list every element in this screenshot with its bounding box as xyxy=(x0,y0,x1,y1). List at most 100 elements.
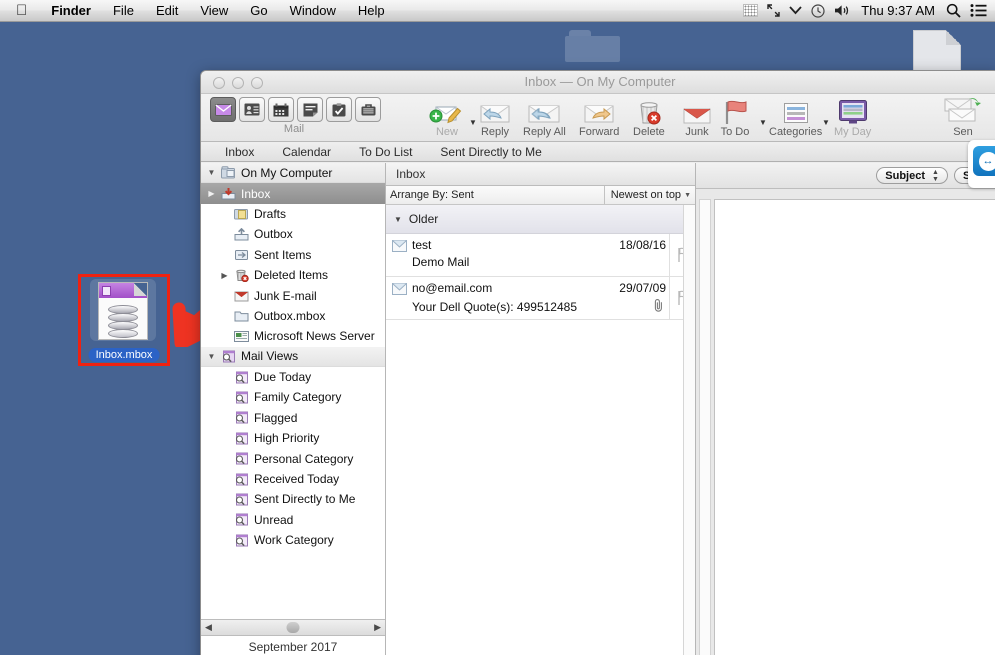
sidebar-label: Microsoft News Server xyxy=(254,329,375,344)
message-body-view[interactable] xyxy=(714,199,995,655)
todo-button-dropdown-arrow-icon[interactable]: ▼ xyxy=(759,118,767,127)
twisty-down-icon[interactable]: ▼ xyxy=(205,168,218,177)
scrollbar-thumb[interactable] xyxy=(286,622,300,633)
menu-item-window[interactable]: Window xyxy=(279,0,347,22)
twisty-right-icon[interactable]: ▶ xyxy=(218,271,231,280)
scroll-right-arrow-icon[interactable]: ▶ xyxy=(374,622,381,633)
teamviewer-badge[interactable]: ↔ xyxy=(968,140,995,188)
project-center-module-button[interactable] xyxy=(355,97,381,122)
menu-item-edit[interactable]: Edit xyxy=(145,0,189,22)
menu-item-file[interactable]: File xyxy=(102,0,145,22)
sidebar-item-work-category[interactable]: Work Category xyxy=(201,530,385,550)
sidebar-item-outbox-mbox[interactable]: Outbox.mbox xyxy=(201,306,385,326)
message-row[interactable]: no@email.com 29/07/09 Your Dell Quote(s)… xyxy=(386,277,695,320)
message-list-pane: Inbox Arrange By: Sent Newest on top ▼ ▼… xyxy=(386,163,696,655)
sort-order-control[interactable]: Newest on top ▼ xyxy=(603,186,695,204)
desktop-folder-icon[interactable] xyxy=(565,30,620,64)
toolbar-junk-button[interactable]: Junk xyxy=(682,97,712,138)
expand-arrows-icon[interactable] xyxy=(767,4,780,17)
sidebar-item-mail-views[interactable]: ▼ Mail Views xyxy=(201,346,385,367)
sidebar-item-inbox[interactable]: ▶ Inbox xyxy=(201,183,385,204)
outbox-icon xyxy=(231,227,251,241)
smart-folder-icon xyxy=(231,432,251,445)
chevron-down-icon[interactable] xyxy=(789,6,802,15)
twisty-down-icon[interactable]: ▼ xyxy=(394,215,402,224)
toolbar-new-button[interactable]: New xyxy=(429,97,465,138)
twisty-right-icon[interactable]: ▶ xyxy=(205,189,218,198)
sidebar-item-received-today[interactable]: Received Today xyxy=(201,469,385,489)
toolbar-my-day-button[interactable]: My Day xyxy=(834,97,871,138)
toolbar-reply-all-button[interactable]: Reply All xyxy=(523,97,566,138)
junk-mail-icon xyxy=(682,97,712,125)
mini-calendar-title: September 2017 xyxy=(248,640,338,654)
message-group-header-older[interactable]: ▼ Older xyxy=(386,205,695,234)
spotlight-search-icon[interactable] xyxy=(946,3,961,18)
attachment-paperclip-icon xyxy=(654,298,666,315)
toolbar-todo-button[interactable]: To Do xyxy=(719,97,751,138)
new-button-dropdown-arrow-icon[interactable]: ▼ xyxy=(469,118,477,127)
sidebar-label: Work Category xyxy=(254,533,334,548)
sidebar-horizontal-scrollbar[interactable]: ◀ ▶ xyxy=(201,619,385,636)
tab-calendar[interactable]: Calendar xyxy=(268,145,345,159)
tab-to-do-list[interactable]: To Do List xyxy=(345,145,426,159)
sidebar-label: Sent Directly to Me xyxy=(254,492,356,507)
tasks-module-button[interactable] xyxy=(326,97,352,122)
mini-calendar[interactable]: September 2017 S M T W T F S 27 28 29 30… xyxy=(201,636,385,655)
notes-module-button[interactable] xyxy=(297,97,323,122)
menu-bar-clock[interactable]: Thu 9:37 AM xyxy=(859,3,937,18)
sidebar-item-sent-directly-to-me[interactable]: Sent Directly to Me xyxy=(201,489,385,509)
sidebar-item-flagged[interactable]: Flagged xyxy=(201,408,385,428)
sidebar-item-on-my-computer[interactable]: ▼ On My Computer xyxy=(201,163,385,184)
toolbar-reply-button[interactable]: Reply xyxy=(479,97,511,138)
folder-list[interactable]: ▼ On My Computer ▶ Inbox Drafts Outbox S… xyxy=(201,163,385,619)
sidebar-item-microsoft-news-server[interactable]: Microsoft News Server xyxy=(201,326,385,346)
message-list-scrollbar[interactable] xyxy=(683,205,695,655)
toolbar-categories-button[interactable]: Categories xyxy=(769,97,822,138)
menu-item-go[interactable]: Go xyxy=(239,0,278,22)
sidebar-item-drafts[interactable]: Drafts xyxy=(201,204,385,224)
categories-button-dropdown-arrow-icon[interactable]: ▼ xyxy=(822,118,830,127)
sidebar-item-high-priority[interactable]: High Priority xyxy=(201,428,385,448)
sidebar-label: Junk E-mail xyxy=(254,288,317,303)
folder-icon xyxy=(231,309,251,322)
apple-logo-icon[interactable]:  xyxy=(0,3,40,18)
menu-item-view[interactable]: View xyxy=(189,0,239,22)
reading-pane-scrollbar[interactable] xyxy=(699,199,711,655)
address-book-module-button[interactable] xyxy=(239,97,265,122)
volume-icon[interactable] xyxy=(834,4,850,17)
sidebar-item-deleted-items[interactable]: ▶ Deleted Items xyxy=(201,265,385,285)
sidebar-item-due-today[interactable]: Due Today xyxy=(201,367,385,387)
desktop[interactable]: Inbox.mbox Inbox — On My Computer Mail N… xyxy=(0,22,995,655)
message-row[interactable]: test 18/08/16 Demo Mail xyxy=(386,234,695,277)
menu-item-help[interactable]: Help xyxy=(347,0,396,22)
flag-icon xyxy=(719,97,751,125)
mail-module-button[interactable] xyxy=(210,97,236,122)
mail-window[interactable]: Inbox — On My Computer Mail New ▼ Reply … xyxy=(200,70,995,655)
scroll-left-arrow-icon[interactable]: ◀ xyxy=(205,622,212,633)
sidebar-item-personal-category[interactable]: Personal Category xyxy=(201,448,385,468)
calendar-module-button[interactable] xyxy=(268,97,294,122)
window-title-bar[interactable]: Inbox — On My Computer xyxy=(201,71,995,94)
search-bar: Subject ▲▼ Start xyxy=(696,163,995,189)
sidebar-item-junk-email[interactable]: Junk E-mail xyxy=(201,285,385,305)
tab-sent-directly-to-me[interactable]: Sent Directly to Me xyxy=(426,145,555,159)
arrange-by-label[interactable]: Arrange By: Sent xyxy=(386,189,474,201)
toolbar-forward-button[interactable]: Forward xyxy=(579,97,619,138)
toolbar-send-receive-button[interactable]: Sen xyxy=(943,97,983,138)
sidebar-item-outbox[interactable]: Outbox xyxy=(201,224,385,244)
toolbar-delete-button[interactable]: Delete xyxy=(633,97,665,138)
keyboard-grid-icon[interactable] xyxy=(743,4,759,17)
search-scope-dropdown[interactable]: Subject ▲ ▼ xyxy=(876,167,948,184)
sidebar-item-family-category[interactable]: Family Category xyxy=(201,387,385,407)
toolbar-delete-label: Delete xyxy=(633,126,665,138)
clock-icon[interactable] xyxy=(811,3,825,18)
computer-folder-icon xyxy=(218,166,238,179)
sidebar-item-unread[interactable]: Unread xyxy=(201,510,385,530)
chevron-down-icon[interactable]: ▼ xyxy=(684,192,691,199)
menu-bar:  Finder File Edit View Go Window Help T… xyxy=(0,0,995,22)
list-menu-icon[interactable] xyxy=(970,4,987,17)
tab-inbox[interactable]: Inbox xyxy=(211,145,268,159)
sidebar-item-sent-items[interactable]: Sent Items xyxy=(201,245,385,265)
menu-item-finder[interactable]: Finder xyxy=(40,0,102,22)
twisty-down-icon[interactable]: ▼ xyxy=(205,352,218,361)
